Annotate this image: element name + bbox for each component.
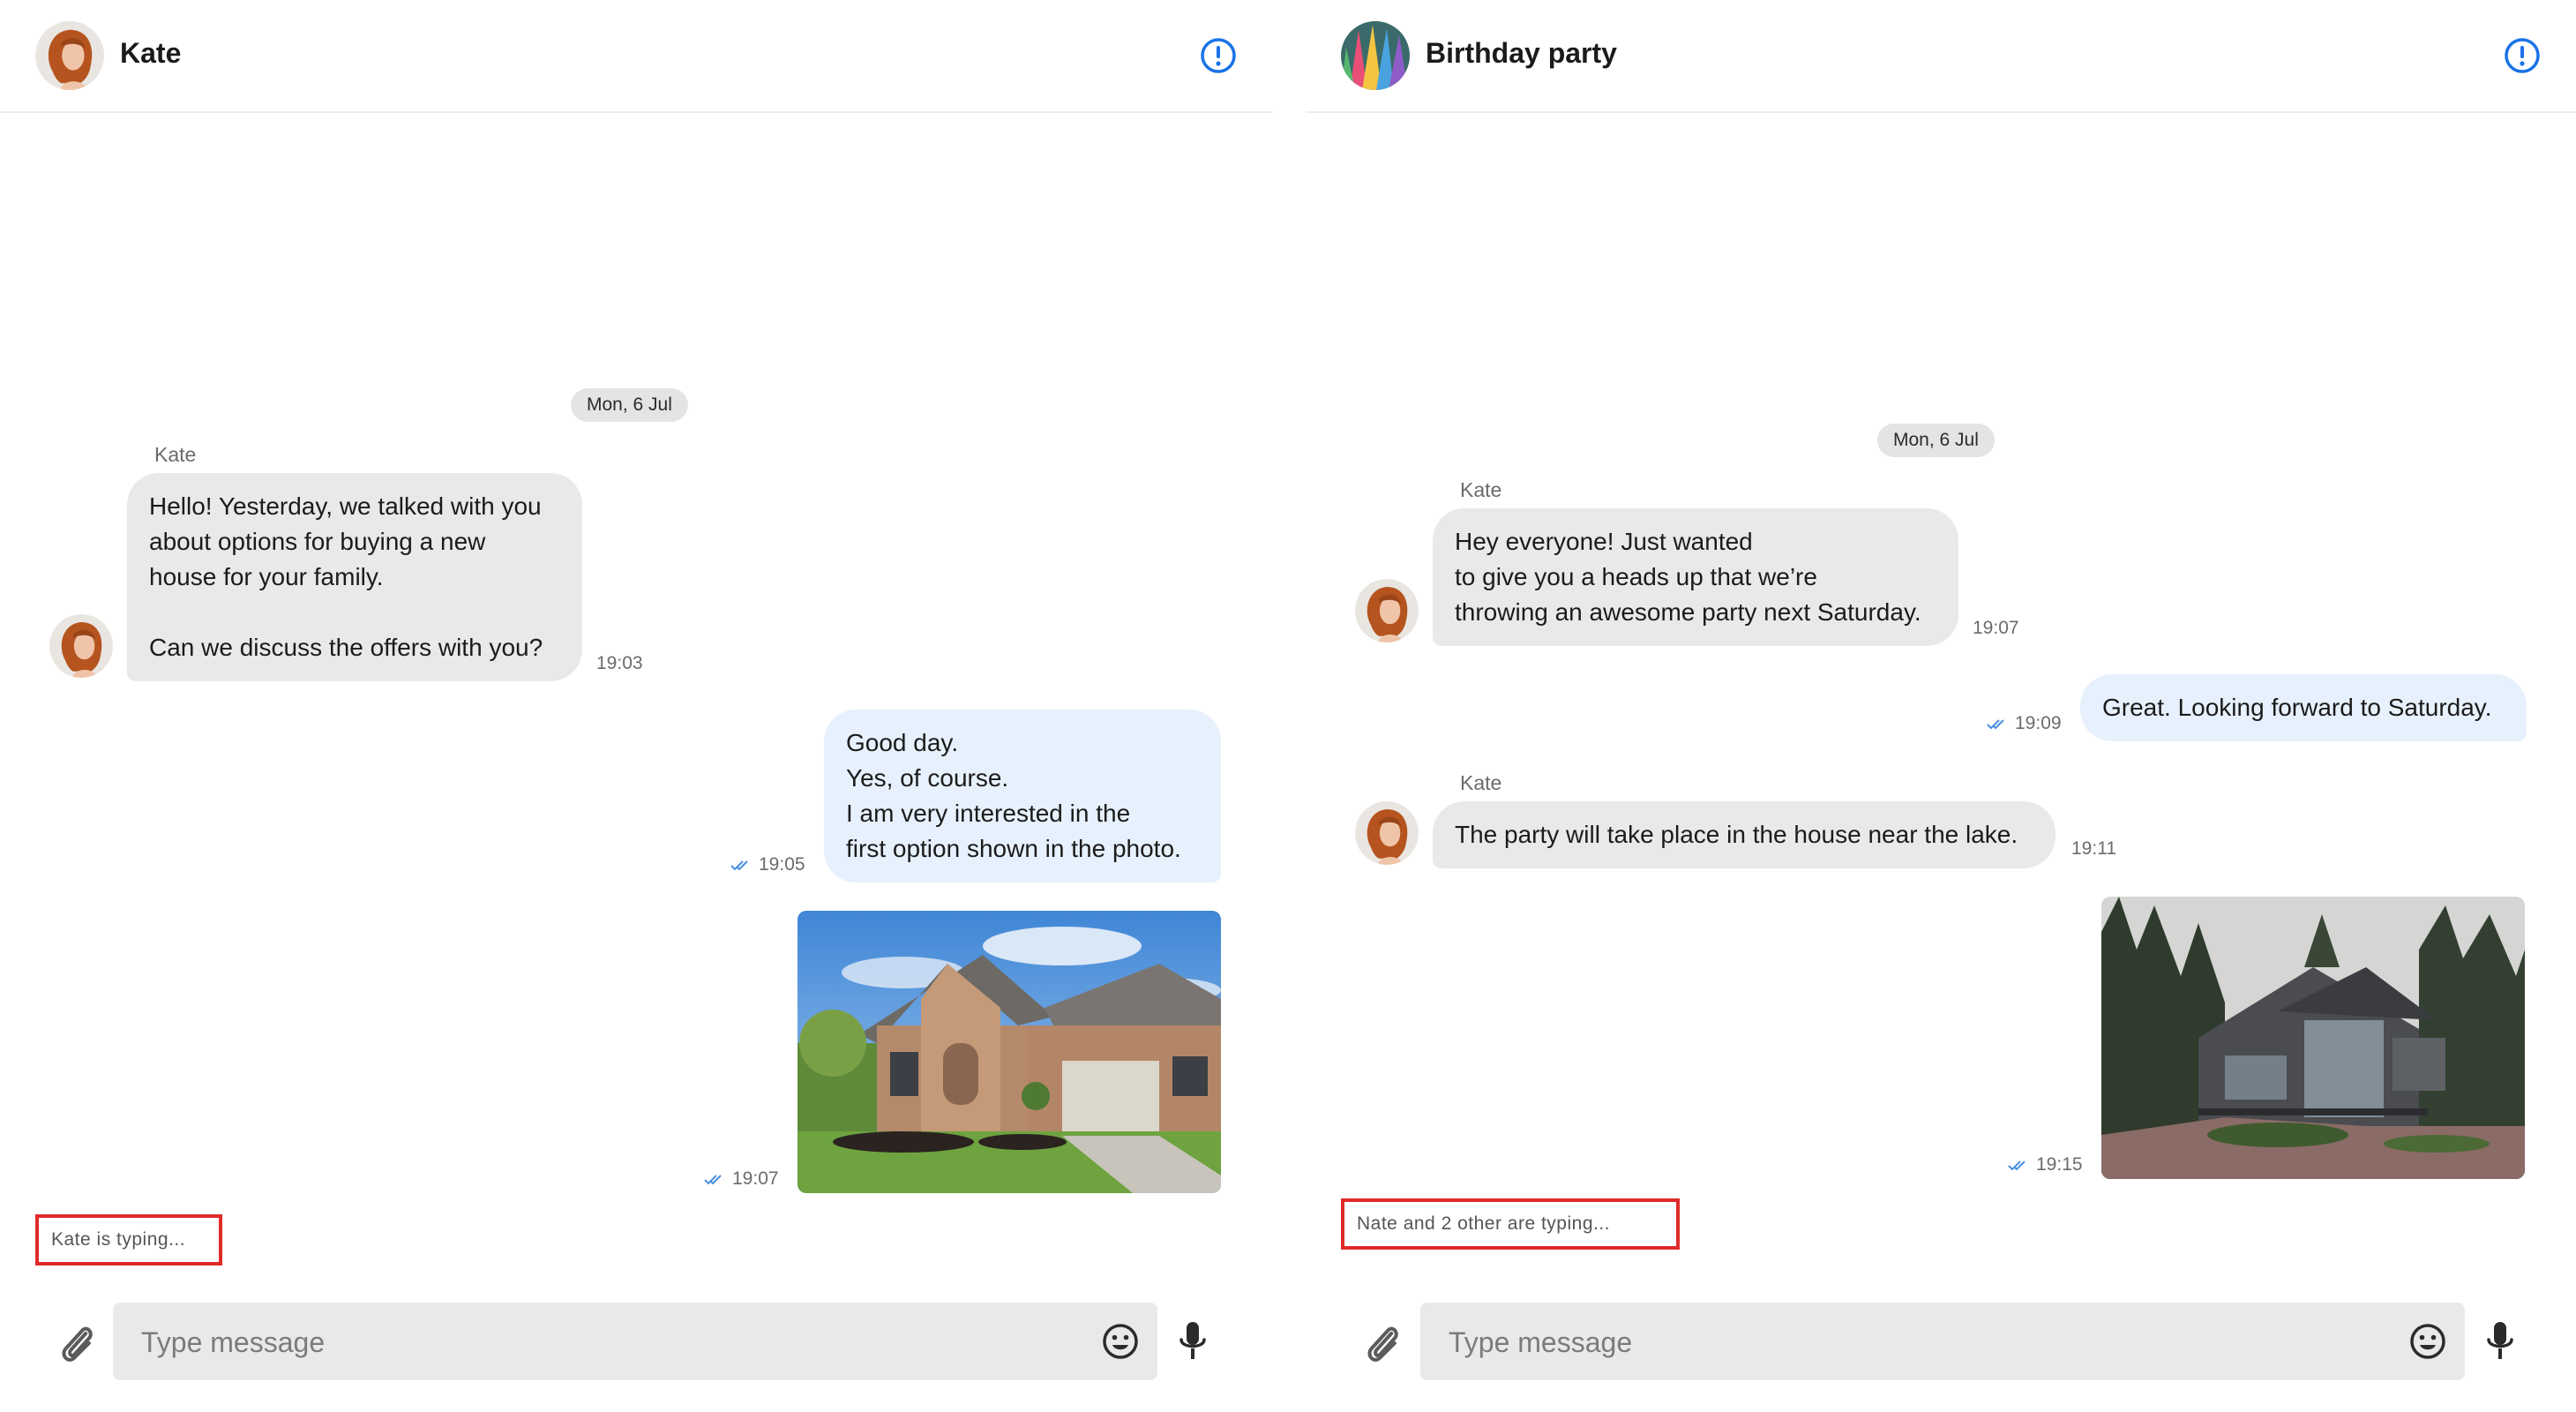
message-time: 19:07 <box>1973 618 2019 638</box>
incoming-message-bubble[interactable]: Hello! Yesterday, we talked with you abo… <box>127 473 582 681</box>
attach-paperclip-icon[interactable] <box>1364 1320 1403 1366</box>
chat-header: Kate <box>0 0 1272 113</box>
chat-header: Birthday party <box>1306 0 2576 113</box>
read-check-icon <box>704 1174 727 1186</box>
microphone-icon[interactable] <box>1177 1320 1209 1363</box>
message-sender: Kate <box>1460 478 1502 501</box>
attach-paperclip-icon[interactable] <box>58 1320 97 1366</box>
read-check-icon <box>1987 718 2010 731</box>
info-icon[interactable] <box>1200 37 1237 74</box>
kate-avatar-icon[interactable] <box>1355 579 1419 642</box>
message-input[interactable] <box>1447 1303 2333 1382</box>
message-time: 19:05 <box>730 854 805 875</box>
date-separator: Mon, 6 Jul <box>1877 424 1995 457</box>
read-check-icon <box>2008 1160 2031 1172</box>
info-icon[interactable] <box>2504 37 2541 74</box>
message-composer <box>1420 1303 2465 1382</box>
emoji-icon[interactable] <box>2408 1322 2447 1361</box>
message-composer <box>113 1303 1157 1382</box>
chat-panel-birthday-party: Birthday party Mon, 6 Jul Kate Hey every… <box>1306 0 2576 1412</box>
chat-title[interactable]: Kate <box>120 37 181 70</box>
microphone-icon[interactable] <box>2484 1320 2516 1363</box>
incoming-message-bubble[interactable]: The party will take place in the house n… <box>1433 801 2056 868</box>
chat-panel-kate: Kate Mon, 6 Jul Kate Hello! Yesterday, w… <box>0 0 1272 1412</box>
message-time: 19:15 <box>2008 1154 2083 1175</box>
outgoing-message-bubble[interactable]: Good day. Yes, of course. I am very inte… <box>824 710 1221 882</box>
message-time: 19:07 <box>704 1168 779 1190</box>
kate-avatar-icon[interactable] <box>1355 801 1419 865</box>
message-input[interactable] <box>139 1303 1025 1382</box>
message-time: 19:09 <box>1987 713 2062 734</box>
kate-avatar-icon[interactable] <box>49 614 113 678</box>
date-separator: Mon, 6 Jul <box>571 388 688 422</box>
outgoing-message-bubble[interactable]: Great. Looking forward to Saturday. <box>2080 674 2527 741</box>
brick-house-photo[interactable] <box>798 911 1221 1193</box>
chat-title[interactable]: Birthday party <box>1426 37 1617 70</box>
message-sender: Kate <box>1460 771 1502 794</box>
read-check-icon <box>730 860 753 872</box>
message-sender: Kate <box>154 443 197 466</box>
balloons-avatar-icon[interactable] <box>1341 21 1410 90</box>
kate-avatar-icon[interactable] <box>35 21 104 90</box>
typing-indicator: Nate and 2 other are typing... <box>1341 1198 1680 1250</box>
emoji-icon[interactable] <box>1101 1322 1140 1361</box>
lake-house-photo[interactable] <box>2101 897 2525 1179</box>
typing-indicator: Kate is typing... <box>35 1214 222 1266</box>
incoming-message-bubble[interactable]: Hey everyone! Just wanted to give you a … <box>1433 508 1958 646</box>
message-time: 19:03 <box>596 653 643 673</box>
message-time: 19:11 <box>2071 838 2116 859</box>
